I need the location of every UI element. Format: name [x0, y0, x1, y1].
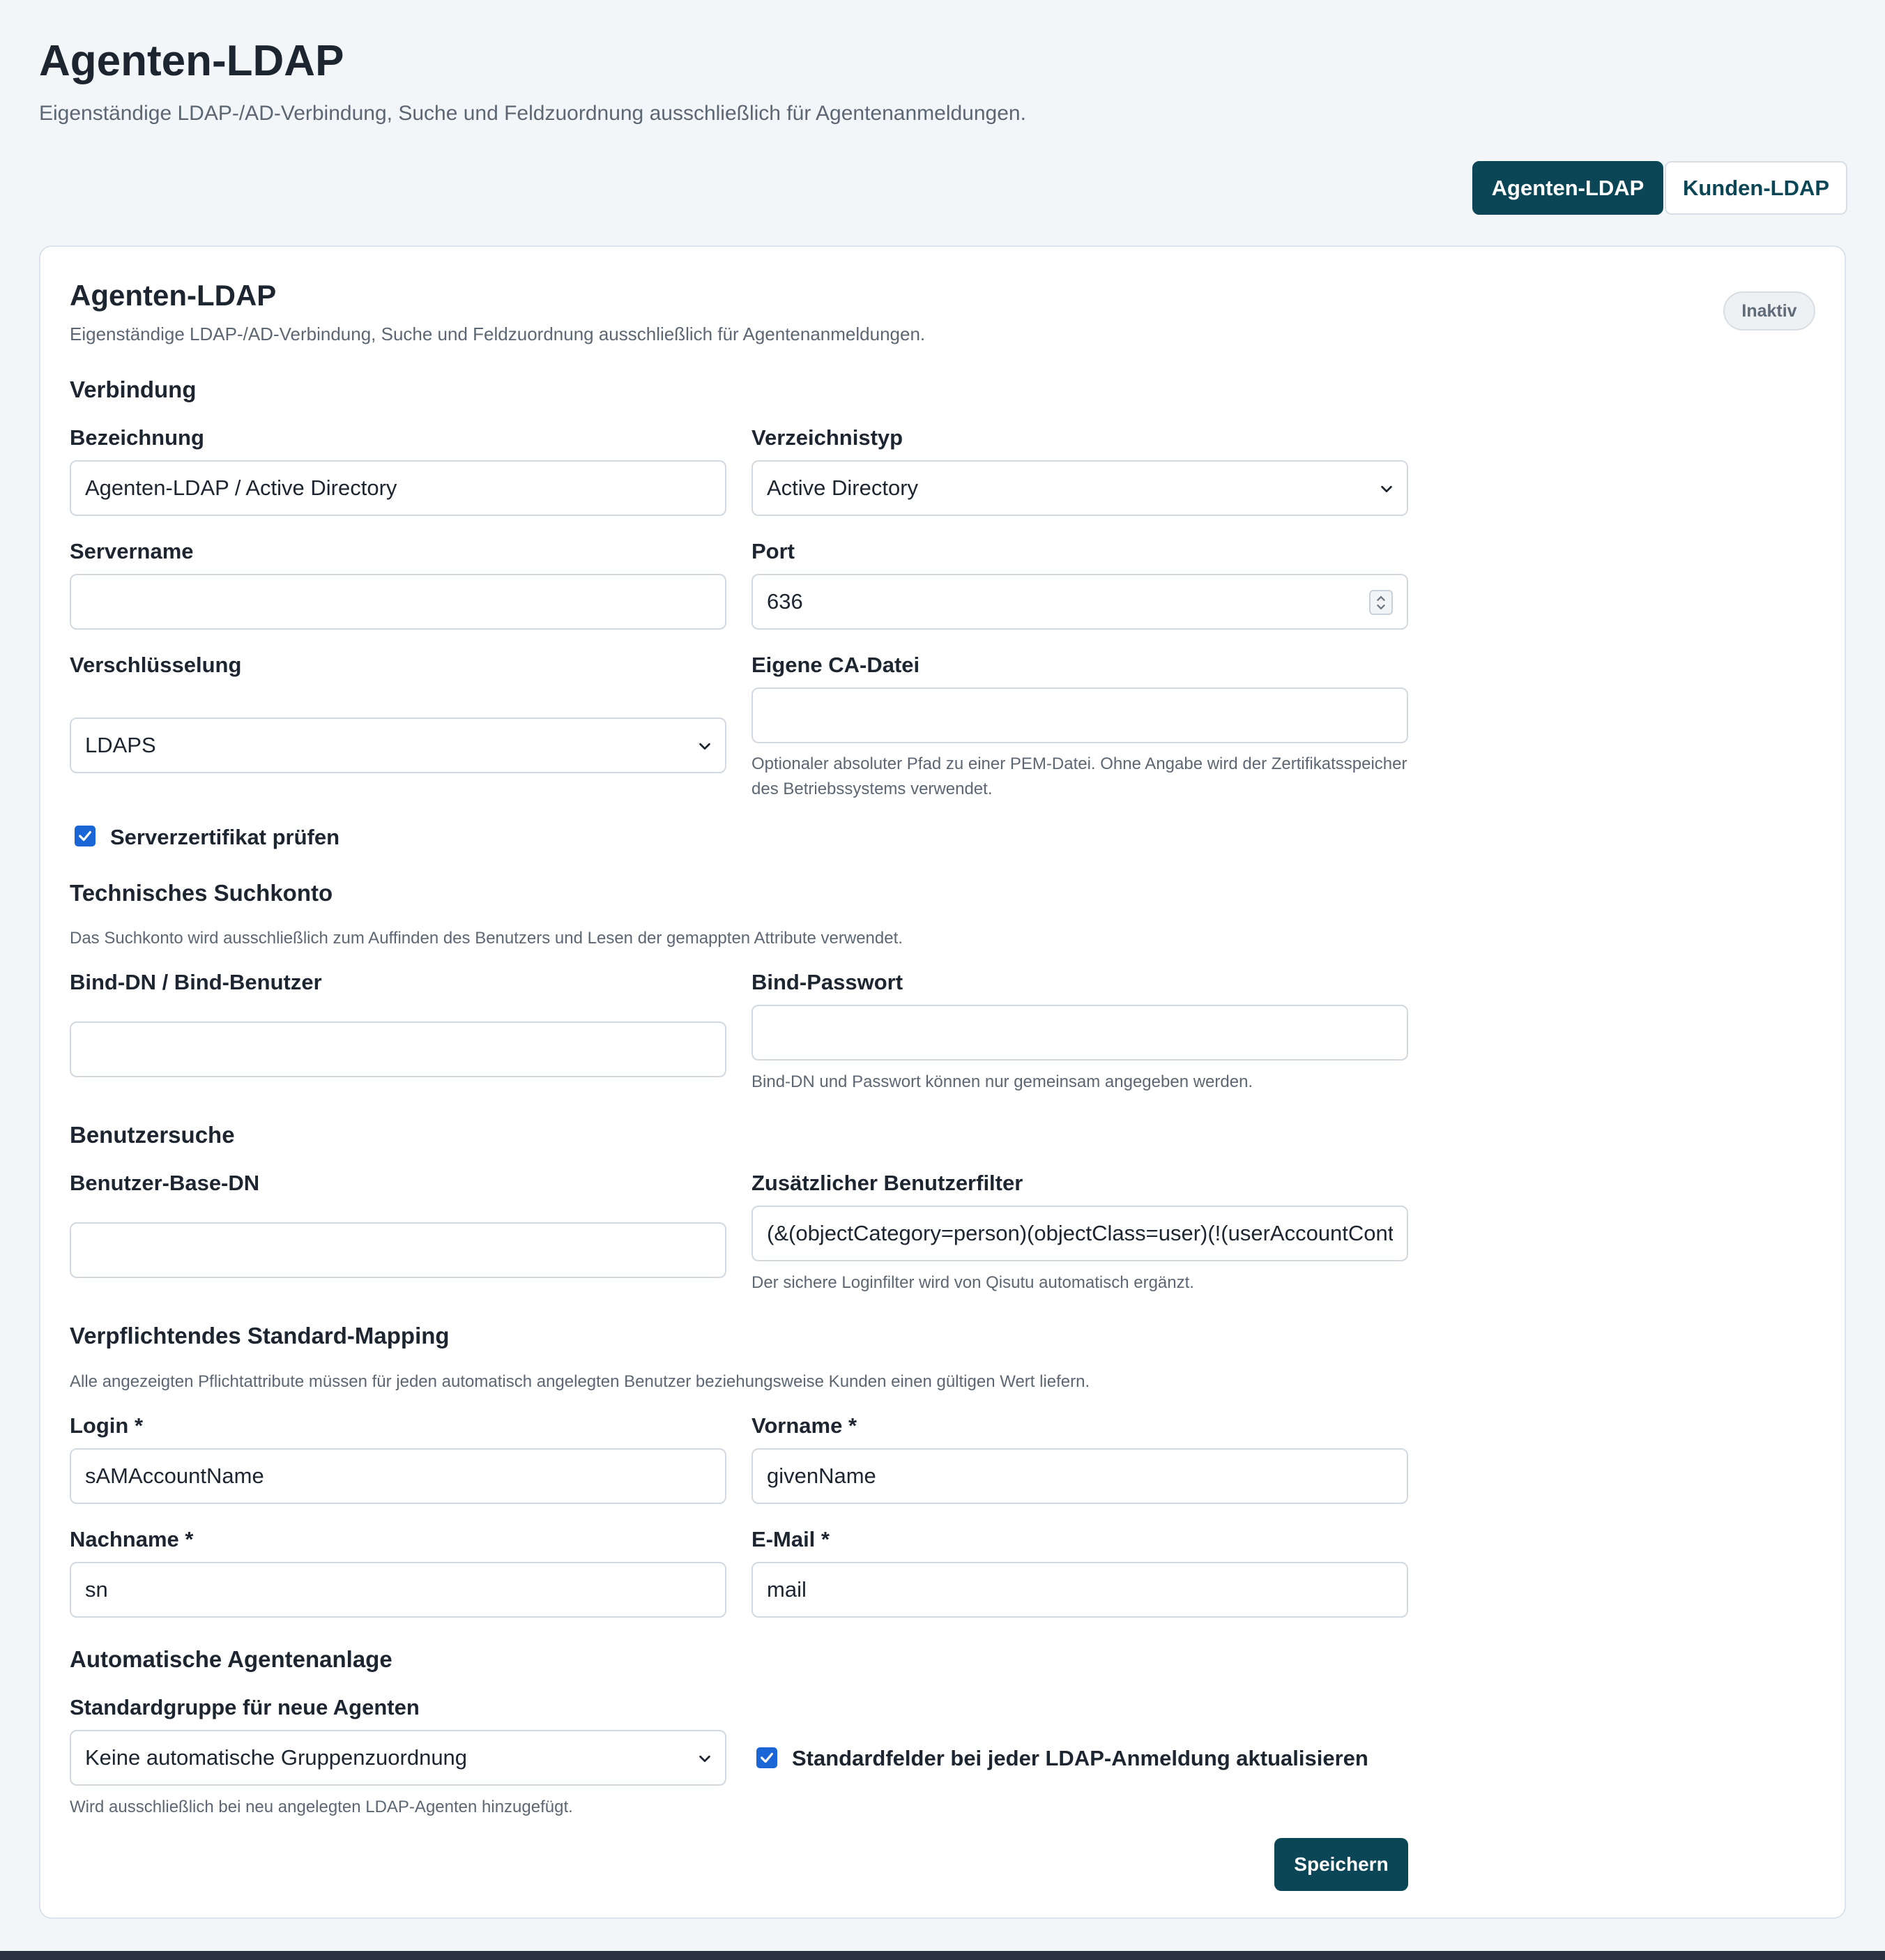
directory-type-select[interactable]: Active Directory [751, 460, 1408, 516]
user-filter-hint: Der sichere Loginfilter wird von Qisutu … [751, 1273, 1194, 1292]
bind-password-label: Bind-Passwort [751, 970, 903, 994]
save-button[interactable]: Speichern [1274, 1838, 1408, 1891]
verify-cert-checkbox[interactable] [75, 826, 96, 846]
lastname-label: Nachname * [70, 1527, 194, 1551]
section-user-search: Benutzersuche [70, 1122, 235, 1148]
section-auto-create: Automatische Agentenanlage [70, 1646, 392, 1672]
login-input[interactable] [70, 1448, 726, 1504]
update-fields-label: Standardfelder bei jeder LDAP-Anmeldung … [792, 1746, 1368, 1770]
ldap-tabs: Agenten-LDAP Kunden-LDAP [1472, 161, 1847, 215]
chevron-down-icon [699, 1755, 710, 1763]
tab-customer-ldap[interactable]: Kunden-LDAP [1665, 161, 1847, 215]
section-connection: Verbindung [70, 377, 197, 402]
port-value: 636 [767, 589, 803, 614]
bind-password-hint: Bind-DN und Passwort können nur gemeinsa… [751, 1072, 1253, 1091]
bind-dn-label: Bind-DN / Bind-Benutzer [70, 970, 322, 994]
bind-dn-input[interactable] [70, 1021, 726, 1077]
email-label: E-Mail * [751, 1527, 830, 1551]
encryption-select[interactable]: LDAPS [70, 717, 726, 773]
page-title: Agenten-LDAP [39, 37, 344, 85]
user-filter-label: Zusätzlicher Benutzerfilter [751, 1171, 1023, 1195]
firstname-input[interactable] [751, 1448, 1408, 1504]
port-label: Port [751, 539, 795, 563]
ca-file-hint: Optionaler absoluter Pfad zu einer PEM-D… [751, 754, 1407, 798]
base-dn-label: Benutzer-Base-DN [70, 1171, 260, 1195]
server-input[interactable] [70, 574, 726, 630]
lastname-input[interactable] [70, 1562, 726, 1618]
encryption-label: Verschlüsselung [70, 653, 242, 677]
update-fields-checkbox[interactable] [756, 1747, 777, 1768]
bottom-edge [0, 1951, 1885, 1960]
chevron-down-icon [1381, 485, 1392, 493]
name-input[interactable] [70, 460, 726, 516]
chevron-down-icon [699, 743, 710, 750]
base-dn-input[interactable] [70, 1222, 726, 1278]
login-label: Login * [70, 1413, 144, 1438]
email-input[interactable] [751, 1562, 1408, 1618]
encryption-value: LDAPS [85, 733, 156, 757]
section-mapping: Verpflichtendes Standard-Mapping [70, 1323, 450, 1349]
spinner-icon[interactable] [1369, 590, 1393, 615]
port-input[interactable]: 636 [751, 574, 1408, 630]
bind-password-input[interactable] [751, 1005, 1408, 1061]
directory-type-value: Active Directory [767, 476, 919, 500]
verify-cert-label: Serverzertifikat prüfen [110, 825, 340, 849]
server-label: Servername [70, 539, 194, 563]
default-group-hint: Wird ausschließlich bei neu angelegten L… [70, 1798, 573, 1816]
check-icon [761, 1752, 773, 1763]
firstname-label: Vorname * [751, 1413, 857, 1438]
agent-ldap-card: Agenten-LDAP Eigenständige LDAP-/AD-Verb… [39, 245, 1846, 1919]
user-filter-input[interactable] [751, 1206, 1408, 1261]
check-icon [79, 830, 91, 842]
page-subtitle: Eigenständige LDAP-/AD-Verbindung, Suche… [39, 102, 1026, 125]
section-search-account: Technisches Suchkonto [70, 880, 333, 906]
ca-file-label: Eigene CA-Datei [751, 653, 920, 677]
mapping-hint: Alle angezeigten Pflichtattribute müssen… [70, 1372, 1090, 1391]
default-group-label: Standardgruppe für neue Agenten [70, 1695, 420, 1719]
directory-type-label: Verzeichnistyp [751, 425, 903, 450]
name-label: Bezeichnung [70, 425, 204, 450]
ca-file-input[interactable] [751, 687, 1408, 743]
card-title: Agenten-LDAP [70, 279, 277, 312]
default-group-select[interactable]: Keine automatische Gruppenzuordnung [70, 1730, 726, 1786]
status-badge: Inaktiv [1723, 291, 1815, 331]
search-account-hint: Das Suchkonto wird ausschließlich zum Au… [70, 929, 903, 948]
tab-agent-ldap[interactable]: Agenten-LDAP [1472, 161, 1663, 215]
default-group-value: Keine automatische Gruppenzuordnung [85, 1745, 468, 1770]
card-subtitle: Eigenständige LDAP-/AD-Verbindung, Suche… [70, 324, 926, 344]
